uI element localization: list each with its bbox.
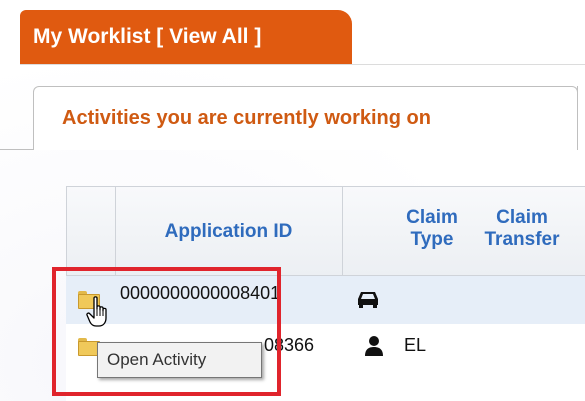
header-claim-transfer-line1[interactable]: Claim xyxy=(472,207,572,229)
claim-type-cell: EL xyxy=(404,335,427,355)
tooltip-open-activity: Open Activity xyxy=(97,342,262,378)
worklist-title-tab[interactable]: My Worklist [ View All ] xyxy=(20,10,352,64)
worklist-divider xyxy=(20,64,585,65)
header-claim-type-line2[interactable]: Type xyxy=(397,229,467,251)
hand-cursor-icon xyxy=(86,296,107,327)
header-application-id[interactable]: Application ID xyxy=(115,221,342,243)
person-icon xyxy=(365,336,383,356)
tab-strip-line xyxy=(0,149,34,150)
tab-activities-working-on[interactable]: Activities you are currently working on xyxy=(33,86,578,150)
column-divider xyxy=(342,187,343,277)
table-header: Application ID Claim Type Claim Transfer xyxy=(66,186,585,277)
header-claim-transfer-line2[interactable]: Transfer xyxy=(472,229,572,251)
car-icon xyxy=(358,292,378,308)
tab-next-edge xyxy=(577,86,585,150)
header-claim-type-line1[interactable]: Claim xyxy=(397,207,467,229)
